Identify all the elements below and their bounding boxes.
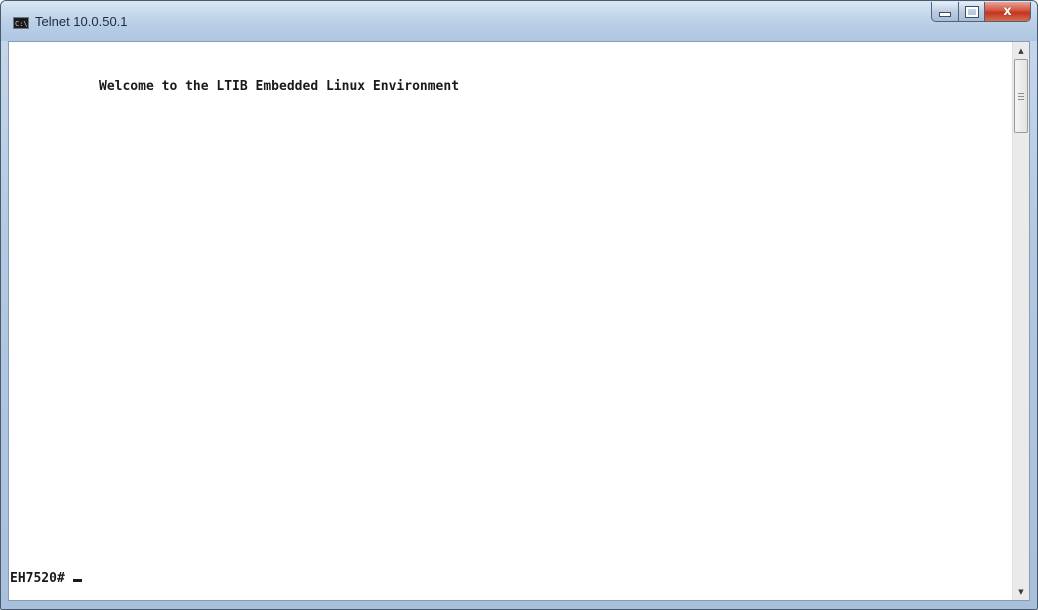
scrollbar-thumb[interactable]: [1014, 59, 1028, 133]
scroll-down-arrow-icon[interactable]: ▼: [1013, 583, 1029, 600]
minimize-button[interactable]: [931, 2, 959, 22]
caption-buttons: x: [931, 2, 1031, 22]
close-icon: x: [1003, 4, 1012, 19]
minimize-icon: [939, 12, 951, 17]
text-cursor: [72, 579, 82, 582]
grip-icon: [1018, 92, 1024, 100]
terminal-output[interactable]: Welcome to the LTIB Embedded Linux Envir…: [9, 42, 1013, 600]
command-line[interactable]: EH7520#: [10, 571, 82, 586]
title-bar[interactable]: C:\. Telnet 10.0.50.1 x: [1, 1, 1037, 41]
maximize-button[interactable]: [959, 2, 985, 22]
vertical-scrollbar[interactable]: ▲ ▼: [1012, 42, 1029, 600]
welcome-message: Welcome to the LTIB Embedded Linux Envir…: [99, 79, 460, 94]
close-button[interactable]: x: [985, 2, 1031, 22]
shell-prompt: EH7520#: [10, 571, 65, 586]
maximize-icon: [964, 5, 979, 18]
console-client-area: Welcome to the LTIB Embedded Linux Envir…: [8, 41, 1030, 601]
window-title: Telnet 10.0.50.1: [35, 14, 128, 29]
telnet-window: C:\. Telnet 10.0.50.1 x Welcome to the L…: [0, 0, 1038, 610]
scroll-up-arrow-icon[interactable]: ▲: [1013, 42, 1029, 59]
console-icon[interactable]: C:\.: [13, 17, 32, 29]
